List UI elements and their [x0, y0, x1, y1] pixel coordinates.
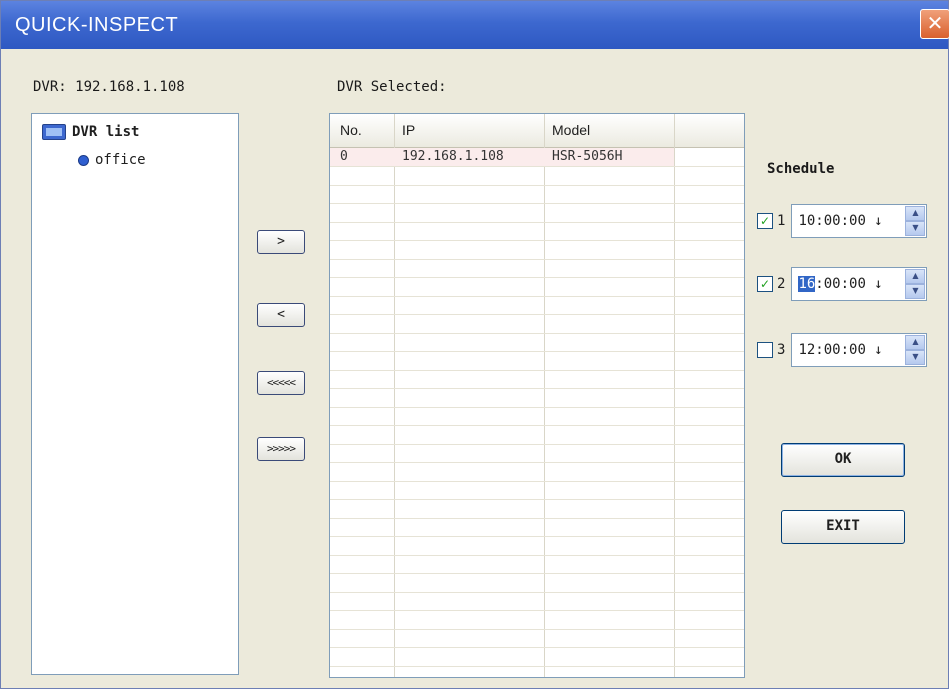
spin-up-icon[interactable]: ▲ [905, 335, 926, 350]
time-hour[interactable]: 10 [798, 213, 815, 229]
time-spinner[interactable]: ▲ ▼ [905, 335, 926, 365]
quick-inspect-window: QUICK-INSPECT ✕ DVR: 192.168.1.108 DVR S… [0, 0, 949, 689]
ok-button[interactable]: OK [781, 443, 905, 477]
row-divider [330, 203, 744, 204]
row-divider [330, 573, 744, 574]
time-hour-selected[interactable]: 16 [798, 276, 816, 292]
title-bar[interactable]: QUICK-INSPECT ✕ [1, 1, 949, 49]
selected-dvr-table[interactable]: No. IP Model 0 192.168.1.108 HSR-5056H [329, 113, 745, 678]
time-rest[interactable]: :00:00 ↓ [815, 342, 882, 358]
column-header-model[interactable]: Model [552, 122, 590, 138]
row-divider [330, 629, 744, 630]
spin-down-icon[interactable]: ▼ [905, 284, 926, 299]
time-spinner[interactable]: ▲ ▼ [905, 269, 926, 299]
remove-all-button[interactable]: <<<<< [257, 371, 305, 395]
row-divider [330, 499, 744, 500]
dvr-tree[interactable]: DVR list office [31, 113, 239, 675]
row-divider [330, 462, 744, 463]
schedule-row-3: 3 12:00:00 ↓ ▲ ▼ [757, 333, 928, 367]
time-rest[interactable]: :00:00 ↓ [815, 276, 882, 292]
column-divider[interactable] [394, 114, 395, 677]
schedule-label: Schedule [767, 161, 835, 177]
tree-root-dvr-list[interactable]: DVR list [42, 124, 139, 140]
row-divider [330, 314, 744, 315]
spin-down-icon[interactable]: ▼ [905, 221, 926, 236]
row-divider [330, 351, 744, 352]
time-spinner[interactable]: ▲ ▼ [905, 206, 926, 236]
row-divider [330, 647, 744, 648]
add-selected-button[interactable]: > [257, 230, 305, 254]
row-divider [330, 333, 744, 334]
row-divider [330, 166, 744, 167]
row-divider [330, 222, 744, 223]
schedule-3-checkbox[interactable] [757, 342, 773, 358]
schedule-2-number: 2 [777, 276, 786, 292]
spin-up-icon[interactable]: ▲ [905, 206, 926, 221]
dvr-ip-label: DVR: 192.168.1.108 [33, 79, 185, 95]
dot-icon [78, 154, 89, 166]
row-divider [330, 444, 744, 445]
tree-item-office[interactable]: office [78, 152, 146, 168]
row-divider [330, 518, 744, 519]
table-header: No. IP Model [330, 114, 744, 148]
column-header-ip[interactable]: IP [402, 122, 415, 138]
exit-button[interactable]: EXIT [781, 510, 905, 544]
schedule-3-number: 3 [777, 342, 786, 358]
row-divider [330, 555, 744, 556]
row-divider [330, 296, 744, 297]
add-all-button[interactable]: >>>>> [257, 437, 305, 461]
row-divider [330, 277, 744, 278]
schedule-1-number: 1 [777, 213, 786, 229]
column-divider[interactable] [544, 114, 545, 677]
schedule-row-2: ✓ 2 16:00:00 ↓ ▲ ▼ [757, 267, 928, 301]
row-divider [330, 666, 744, 667]
dvr-selected-label: DVR Selected: [337, 79, 447, 95]
window-title: QUICK-INSPECT [15, 14, 179, 36]
tree-item-label: office [95, 152, 146, 168]
row-divider [330, 370, 744, 371]
row-divider [330, 259, 744, 260]
row-divider [330, 407, 744, 408]
close-button[interactable]: ✕ [920, 9, 949, 39]
spin-down-icon[interactable]: ▼ [905, 350, 926, 365]
column-divider[interactable] [674, 114, 675, 677]
schedule-2-checkbox[interactable]: ✓ [757, 276, 773, 292]
table-row[interactable]: 0 192.168.1.108 HSR-5056H [330, 148, 674, 166]
remove-selected-button[interactable]: < [257, 303, 305, 327]
row-divider [330, 610, 744, 611]
time-rest[interactable]: :00:00 ↓ [815, 213, 882, 229]
row-divider [330, 388, 744, 389]
tree-root-label: DVR list [72, 124, 140, 140]
spin-up-icon[interactable]: ▲ [905, 269, 926, 284]
row-divider [330, 425, 744, 426]
row-divider [330, 481, 744, 482]
schedule-1-checkbox[interactable]: ✓ [757, 213, 773, 229]
schedule-row-1: ✓ 1 10:00:00 ↓ ▲ ▼ [757, 204, 928, 238]
time-hour[interactable]: 12 [798, 342, 815, 358]
cell-no: 0 [340, 149, 348, 164]
dvr-icon [42, 124, 66, 140]
row-divider [330, 240, 744, 241]
row-divider [330, 592, 744, 593]
cell-model: HSR-5056H [552, 149, 623, 164]
schedule-2-time-picker[interactable]: 16:00:00 ↓ ▲ ▼ [791, 267, 928, 301]
schedule-3-time-picker[interactable]: 12:00:00 ↓ ▲ ▼ [791, 333, 928, 367]
column-header-no[interactable]: No. [340, 122, 362, 138]
row-divider [330, 185, 744, 186]
schedule-1-time-picker[interactable]: 10:00:00 ↓ ▲ ▼ [791, 204, 928, 238]
row-divider [330, 536, 744, 537]
cell-ip: 192.168.1.108 [402, 149, 504, 164]
